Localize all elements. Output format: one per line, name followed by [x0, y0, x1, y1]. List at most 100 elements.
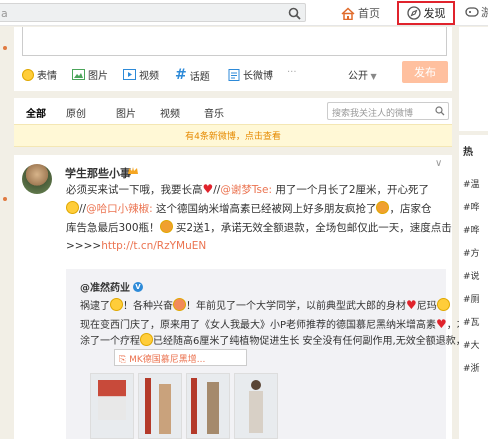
chevron-down-icon[interactable]: ∨	[435, 158, 442, 169]
new-posts-notice[interactable]: 有4条新微博，点击查看	[14, 124, 452, 147]
repost-text-line: 涂了一个疗程 已经随高6厘米了纯植物促进生长 安全没有任何副作用,无效全额退款，分…	[80, 333, 488, 349]
repost-text: 尼玛	[416, 301, 437, 312]
reposted-content: @准然药业 V 祸逮了 ！各种兴奋 ！年前见了一个大学同学，以前典型武大郎的身材♥尼…	[66, 269, 488, 439]
nav-home-label: 首页	[358, 7, 380, 20]
visibility-select[interactable]: 公开 ▼	[348, 67, 377, 82]
emoji-icon	[173, 298, 186, 311]
verified-icon: V	[133, 281, 143, 292]
left-edge-dot	[3, 46, 7, 50]
home-icon	[341, 6, 355, 20]
tool-video-label: 视频	[139, 71, 159, 82]
post-author-name[interactable]: 学生那些小事	[65, 165, 131, 181]
heart-icon: ♥	[436, 317, 447, 331]
emoji-icon	[22, 68, 34, 81]
sidebar-panel	[459, 27, 488, 131]
hot-topic-item[interactable]: #瓦	[463, 315, 480, 328]
post-image-thumbnail[interactable]	[186, 373, 230, 439]
search-input-value: a	[1, 7, 8, 20]
avatar[interactable]	[22, 164, 52, 194]
tool-topic[interactable]: # 话题	[175, 67, 210, 83]
visibility-value: 公开	[348, 71, 368, 82]
gamepad-icon	[465, 7, 479, 17]
repost-text: 祸逮了	[80, 301, 110, 312]
friend-feed-search-input[interactable]: 搜索我关注人的微博	[327, 102, 449, 120]
feed-filter-bar: 全部 原创 图片 视频 音乐 搜索我关注人的微博	[14, 98, 452, 124]
tab-images[interactable]: 图片	[116, 105, 136, 120]
search-icon[interactable]	[288, 7, 301, 20]
nav-home[interactable]: 首页	[341, 4, 380, 22]
search-icon[interactable]	[435, 106, 445, 116]
repost-author[interactable]: @准然药业 V	[80, 279, 143, 294]
repost-link-label: MK德国慕尼黑增...	[129, 355, 206, 365]
more-tools-icon[interactable]: ···	[287, 67, 297, 78]
tool-image-label: 图片	[88, 71, 108, 82]
post-text-line: //@哈口小辣椒: 这个德国纳米增高素已经被网上好多朋友疯抢了 ，店家仓	[66, 201, 431, 217]
tab-video[interactable]: 视频	[160, 105, 180, 120]
tab-music[interactable]: 音乐	[204, 105, 224, 120]
compose-panel: 表情 图片 视频 # 话题 长微博 ··· 公开 ▼ 发布	[14, 27, 452, 91]
nav-discover-label: 发现	[423, 7, 446, 20]
repost-text: ！年前见了一个大学同学，以前典型武大郎的身材	[186, 301, 406, 312]
post-text: >>>>	[66, 240, 102, 252]
post-text: 用了一个月长了2厘米，开心死了	[272, 184, 430, 196]
post-text-line: 库告急最后300瓶！ 买2送1，承诺无效全额退款，全场包邮仅此一天，速度点击	[66, 220, 452, 236]
chevron-down-icon: ▼	[368, 72, 377, 81]
repost-author-name: @准然药业	[80, 283, 130, 294]
vip-crown-icon	[128, 167, 138, 174]
feed-post: 学生那些小事 ∨ 必须买来试一下哦，我要长高♥//@谢梦Tse: 用了一个月长了…	[14, 155, 488, 439]
repost-text-line: 祸逮了 ！各种兴奋 ！年前见了一个大学同学，以前典型武大郎的身材♥尼玛	[80, 298, 450, 314]
repost-text: 已经随高6厘米了纯植物促进生长 安全没有任何副作用,无效全额退款，分享：	[153, 336, 488, 347]
hot-topics-title: 热	[463, 147, 473, 158]
publish-button[interactable]: 发布	[402, 61, 448, 83]
hot-topic-item[interactable]: #温	[463, 177, 480, 190]
hot-topic-item[interactable]: #方	[463, 246, 480, 259]
tool-video[interactable]: 视频	[123, 67, 159, 82]
link-icon: ⎘	[119, 355, 130, 365]
repost-text-line: 现在变西门庆了，原来用了《女人我最大》小P老师推荐的德国慕尼黑纳米增高素♥，才	[80, 317, 467, 333]
top-nav-bar: a 首页 发现 游	[0, 0, 488, 26]
tool-long-weibo[interactable]: 长微博	[228, 67, 273, 82]
hashtag-icon: #	[175, 67, 187, 83]
tool-image[interactable]: 图片	[72, 67, 108, 82]
tool-emoji-label: 表情	[37, 71, 57, 82]
nav-discover[interactable]: 发现	[397, 1, 455, 25]
heart-icon: ♥	[406, 298, 417, 312]
tool-topic-label: 话题	[189, 71, 210, 83]
emoji-icon	[159, 220, 173, 233]
repost-product-link[interactable]: ⎘ MK德国慕尼黑增...	[114, 349, 247, 366]
post-image-thumbnail[interactable]	[234, 373, 278, 439]
mention-link[interactable]: @哈口小辣椒:	[86, 203, 153, 215]
repost-text: 现在变西门庆了，原来用了《女人我最大》小P老师推荐的德国慕尼黑纳米增高素	[80, 320, 437, 331]
laughing-emoji-icon	[66, 201, 79, 214]
long-post-icon	[228, 68, 240, 81]
tab-all[interactable]: 全部	[26, 105, 46, 120]
hot-topic-item[interactable]: #厕	[463, 292, 480, 305]
hot-topic-item[interactable]: #哗	[463, 200, 480, 213]
friend-search-placeholder: 搜索我关注人的微博	[332, 109, 414, 119]
post-text-line: >>>>http://t.cn/RzYMuEN	[66, 239, 206, 254]
hot-topic-item[interactable]: #浙	[463, 361, 480, 374]
mention-link[interactable]: @谢梦Tse:	[220, 184, 272, 196]
tool-long-weibo-label: 长微博	[243, 71, 273, 82]
nav-game[interactable]: 游	[465, 4, 488, 20]
post-image-thumbnail[interactable]	[138, 373, 182, 439]
emoji-icon	[110, 298, 123, 311]
compass-icon	[406, 6, 421, 20]
repost-text: 涂了一个疗程	[80, 336, 140, 347]
post-image-thumbnail[interactable]	[90, 373, 134, 439]
tab-original[interactable]: 原创	[66, 105, 86, 120]
post-text: ，店家仓	[389, 203, 432, 215]
hot-topic-item[interactable]: #大	[463, 338, 480, 351]
global-search-input[interactable]: a	[0, 3, 306, 22]
hot-topics-panel: 热 #温 #哗 #哗 #方 #说 #厕 #瓦 #大 #浙	[459, 135, 488, 439]
post-url-link[interactable]: http://t.cn/RzYMuEN	[101, 240, 206, 252]
post-text-line: 必须买来试一下哦，我要长高♥//@谢梦Tse: 用了一个月长了2厘米，开心死了	[66, 182, 429, 198]
image-icon	[72, 69, 85, 80]
video-icon	[123, 69, 136, 80]
tool-emoji[interactable]: 表情	[22, 67, 57, 82]
left-edge-dot	[3, 197, 7, 201]
compose-textarea[interactable]	[22, 27, 447, 56]
hot-topic-item[interactable]: #说	[463, 269, 480, 282]
hot-topic-item[interactable]: #哗	[463, 223, 480, 236]
nav-game-label: 游	[481, 6, 488, 19]
